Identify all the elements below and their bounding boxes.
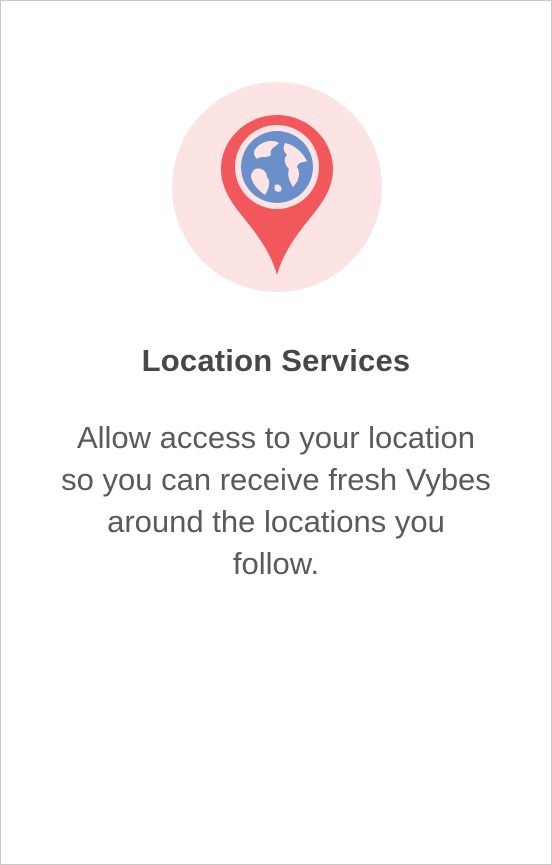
permission-screen: Location Services Allow access to your l… <box>0 0 552 865</box>
location-pin-globe-icon <box>172 82 382 292</box>
location-hero <box>171 81 383 293</box>
page-title: Location Services <box>141 343 411 378</box>
permission-description: Allow access to your location so you can… <box>61 420 491 581</box>
